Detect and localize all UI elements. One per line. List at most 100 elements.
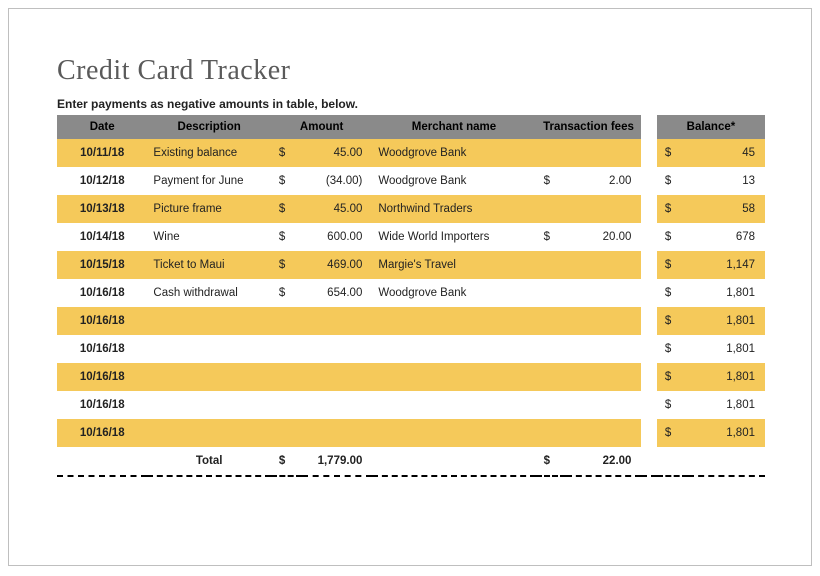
cell-merchant[interactable]: Woodgrove Bank	[372, 167, 535, 195]
cell-merchant[interactable]	[372, 391, 535, 419]
cell-amount-value[interactable]: 45.00	[302, 139, 373, 167]
table-row[interactable]: 10/16/18$1,801	[57, 363, 765, 391]
cell-fee-value[interactable]	[566, 307, 641, 335]
table-row[interactable]: 10/16/18 $1,801	[57, 391, 765, 419]
cell-description[interactable]	[147, 307, 271, 335]
col-merchant[interactable]: Merchant name	[372, 115, 535, 139]
cell-amount-symbol[interactable]	[271, 363, 302, 391]
cell-balance-symbol[interactable]: $	[657, 335, 688, 363]
cell-balance-value[interactable]: 1,801	[688, 335, 765, 363]
cell-description[interactable]	[147, 419, 271, 447]
table-row[interactable]: 10/16/18Cash withdrawal$654.00Woodgrove …	[57, 279, 765, 307]
cell-fee-value[interactable]	[566, 391, 641, 419]
cell-amount-value[interactable]	[302, 419, 373, 447]
cell-date[interactable]: 10/11/18	[57, 139, 147, 167]
cell-balance-symbol[interactable]: $	[657, 391, 688, 419]
cell-balance-symbol[interactable]: $	[657, 279, 688, 307]
table-row[interactable]: 10/12/18Payment for June$(34.00)Woodgrov…	[57, 167, 765, 195]
cell-merchant[interactable]	[372, 335, 535, 363]
table-row[interactable]: 10/16/18 $1,801	[57, 335, 765, 363]
cell-balance-symbol[interactable]: $	[657, 307, 688, 335]
cell-amount-value[interactable]	[302, 391, 373, 419]
cell-date[interactable]: 10/16/18	[57, 335, 147, 363]
cell-merchant[interactable]: Wide World Importers	[372, 223, 535, 251]
cell-fee-value[interactable]	[566, 419, 641, 447]
cell-balance-value[interactable]: 1,801	[688, 363, 765, 391]
table-row[interactable]: 10/16/18$1,801	[57, 419, 765, 447]
cell-fee-symbol[interactable]	[536, 419, 567, 447]
cell-fee-symbol[interactable]	[536, 139, 567, 167]
cell-description[interactable]: Wine	[147, 223, 271, 251]
cell-balance-value[interactable]: 678	[688, 223, 765, 251]
col-date[interactable]: Date	[57, 115, 147, 139]
table-row[interactable]: 10/15/18Ticket to Maui$469.00Margie's Tr…	[57, 251, 765, 279]
cell-balance-symbol[interactable]: $	[657, 251, 688, 279]
col-amount[interactable]: Amount	[271, 115, 372, 139]
cell-amount-symbol[interactable]	[271, 335, 302, 363]
cell-amount-value[interactable]	[302, 307, 373, 335]
cell-description[interactable]	[147, 363, 271, 391]
cell-fee-value[interactable]	[566, 251, 641, 279]
cell-date[interactable]: 10/16/18	[57, 307, 147, 335]
cell-amount-value[interactable]: 45.00	[302, 195, 373, 223]
cell-merchant[interactable]: Northwind Traders	[372, 195, 535, 223]
cell-fee-value[interactable]: 2.00	[566, 167, 641, 195]
cell-fee-symbol[interactable]	[536, 335, 567, 363]
cell-amount-value[interactable]: 654.00	[302, 279, 373, 307]
cell-description[interactable]: Ticket to Maui	[147, 251, 271, 279]
cell-fee-symbol[interactable]: $	[536, 167, 567, 195]
cell-description[interactable]: Cash withdrawal	[147, 279, 271, 307]
cell-fee-symbol[interactable]: $	[536, 223, 567, 251]
cell-amount-value[interactable]	[302, 335, 373, 363]
cell-date[interactable]: 10/16/18	[57, 419, 147, 447]
cell-amount-symbol[interactable]: $	[271, 139, 302, 167]
cell-amount-symbol[interactable]: $	[271, 279, 302, 307]
cell-balance-value[interactable]: 1,801	[688, 391, 765, 419]
cell-merchant[interactable]: Woodgrove Bank	[372, 139, 535, 167]
cell-fee-symbol[interactable]	[536, 279, 567, 307]
cell-balance-symbol[interactable]: $	[657, 195, 688, 223]
cell-fee-value[interactable]	[566, 363, 641, 391]
cell-merchant[interactable]: Woodgrove Bank	[372, 279, 535, 307]
col-balance[interactable]: Balance*	[657, 115, 765, 139]
cell-description[interactable]: Existing balance	[147, 139, 271, 167]
cell-balance-value[interactable]: 58	[688, 195, 765, 223]
cell-fee-symbol[interactable]	[536, 363, 567, 391]
cell-date[interactable]: 10/14/18	[57, 223, 147, 251]
cell-date[interactable]: 10/13/18	[57, 195, 147, 223]
cell-date[interactable]: 10/15/18	[57, 251, 147, 279]
cell-balance-value[interactable]: 13	[688, 167, 765, 195]
cell-amount-symbol[interactable]: $	[271, 195, 302, 223]
cell-balance-value[interactable]: 45	[688, 139, 765, 167]
cell-date[interactable]: 10/16/18	[57, 279, 147, 307]
cell-date[interactable]: 10/16/18	[57, 391, 147, 419]
cell-amount-symbol[interactable]	[271, 419, 302, 447]
cell-merchant[interactable]	[372, 363, 535, 391]
cell-balance-value[interactable]: 1,147	[688, 251, 765, 279]
cell-fee-value[interactable]	[566, 279, 641, 307]
cell-fee-symbol[interactable]	[536, 195, 567, 223]
cell-amount-symbol[interactable]	[271, 307, 302, 335]
cell-merchant[interactable]: Margie's Travel	[372, 251, 535, 279]
table-row[interactable]: 10/11/18Existing balance$45.00Woodgrove …	[57, 139, 765, 167]
cell-description[interactable]: Payment for June	[147, 167, 271, 195]
cell-fee-value[interactable]	[566, 195, 641, 223]
cell-amount-symbol[interactable]	[271, 391, 302, 419]
cell-balance-symbol[interactable]: $	[657, 419, 688, 447]
cell-balance-value[interactable]: 1,801	[688, 307, 765, 335]
col-description[interactable]: Description	[147, 115, 271, 139]
cell-balance-value[interactable]: 1,801	[688, 279, 765, 307]
cell-fee-value[interactable]: 20.00	[566, 223, 641, 251]
cell-merchant[interactable]	[372, 307, 535, 335]
cell-balance-symbol[interactable]: $	[657, 167, 688, 195]
cell-date[interactable]: 10/16/18	[57, 363, 147, 391]
cell-description[interactable]	[147, 391, 271, 419]
cell-fee-symbol[interactable]	[536, 307, 567, 335]
cell-amount-symbol[interactable]: $	[271, 223, 302, 251]
cell-fee-value[interactable]	[566, 335, 641, 363]
cell-fee-symbol[interactable]	[536, 251, 567, 279]
table-row[interactable]: 10/14/18Wine$600.00Wide World Importers$…	[57, 223, 765, 251]
cell-amount-symbol[interactable]: $	[271, 251, 302, 279]
cell-fee-symbol[interactable]	[536, 391, 567, 419]
cell-description[interactable]	[147, 335, 271, 363]
